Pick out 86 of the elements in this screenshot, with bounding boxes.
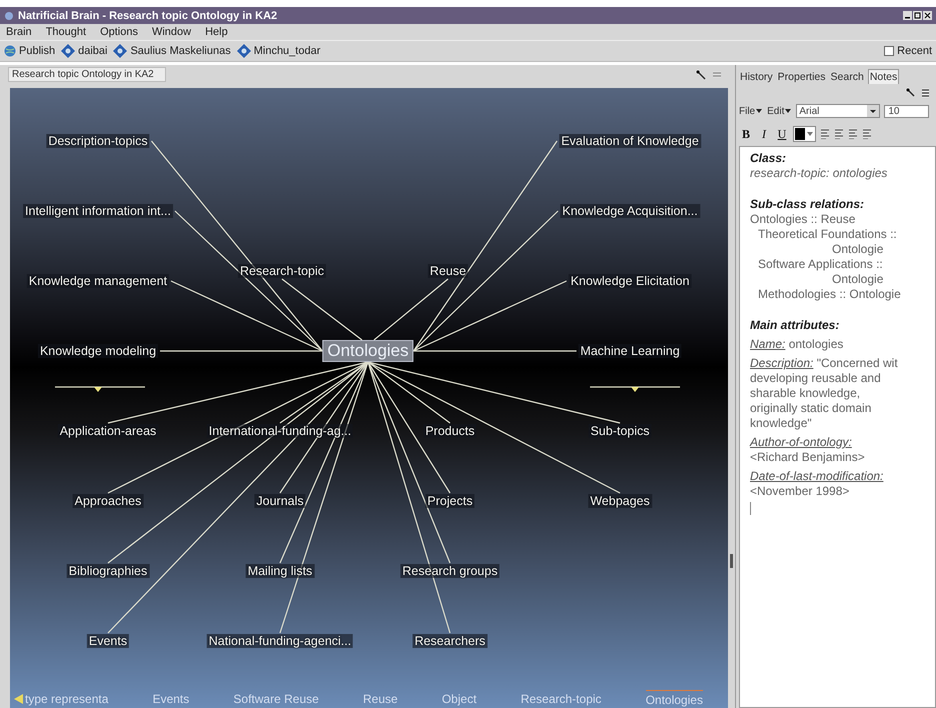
close-icon[interactable] [923,11,932,20]
child-thought[interactable]: Approaches [72,494,144,508]
attribute-entry: Author-of-ontology: <Richard Benjamins> [750,435,866,465]
menu-item[interactable]: Brain [6,26,32,38]
panel-tab[interactable]: History [739,70,774,84]
menu-item[interactable]: Window [152,26,192,38]
child-thought[interactable]: Research groups [400,564,500,578]
parent-thought[interactable]: Knowledge Elicitation [568,274,692,288]
maximize-icon[interactable] [913,11,922,20]
note-heading: Sub-class relations: [750,197,866,212]
note-heading: Main attributes: [750,318,840,333]
caret-icon [755,107,764,115]
child-thought[interactable]: Mailing lists [246,564,314,578]
panel-tab[interactable]: Notes [868,69,900,84]
parent-thought[interactable]: Intelligent information int... [23,204,173,218]
menu-icon[interactable] [921,88,930,96]
format-menu[interactable]: File [739,106,764,116]
thought-link[interactable]: daibai [61,44,108,58]
color-swatch-icon [795,128,805,140]
menu-item[interactable]: Help [205,26,228,38]
align-center-icon[interactable] [834,129,844,139]
child-thought[interactable]: International-funding-ag... [206,424,354,438]
resize-icon[interactable] [906,88,915,96]
attribute-entry: Name: ontologies [750,337,844,352]
note-heading: Class: [750,151,788,166]
child-thought[interactable]: Sub-topics [588,424,652,438]
splitter-grip-icon[interactable] [730,554,733,568]
window-title: Natrificial Brain - Research topic Ontology in KA2 [18,10,278,22]
child-thought[interactable]: Journals [254,494,306,508]
format-menu[interactable]: Edit [767,106,792,116]
pane-title: Research topic Ontology in KA2 [8,67,166,82]
diamond-icon [61,44,76,58]
note-text: Methodologies :: Ontologie [757,287,902,302]
minimize-icon[interactable] [903,11,912,20]
panel-tab[interactable]: Search [830,70,865,84]
child-thought[interactable]: Webpages [588,494,652,508]
font-size-field[interactable]: 10 [884,104,930,118]
list-icon[interactable] [862,129,872,139]
globe-icon [4,45,16,57]
parent-thought[interactable]: Description-topics [46,134,150,148]
note-text: Ontologies :: Reuse [750,212,856,227]
back-triangle-icon [14,694,23,704]
attribute-entry: Date-of-last-modification: <November 1998> [750,469,884,499]
italic-button[interactable]: I [757,127,771,141]
note-text: Ontologie [831,272,884,287]
child-thought[interactable]: Products [423,424,477,438]
parent-thought[interactable]: Knowledge Acquisition... [560,204,700,218]
checkbox-label: Recent [897,45,932,57]
child-thought[interactable]: Projects [425,494,475,508]
caret-icon [806,130,814,138]
parent-thought[interactable]: Evaluation of Knowledge [559,134,701,148]
checkbox[interactable] [884,46,894,56]
jump-thought[interactable]: Research-topic [238,264,326,278]
bold-button[interactable]: B [739,127,753,141]
note-text: Software Applications :: [757,257,884,272]
app-icon [4,10,14,20]
thought-link[interactable]: Saulius Maskeliunas [113,44,231,58]
caret-icon [867,105,880,117]
jump-thought[interactable]: Reuse [428,264,468,278]
underline-button[interactable]: U [775,127,789,141]
parent-thought[interactable]: Machine Learning [578,344,682,358]
menu-item[interactable]: Thought [46,26,86,38]
parent-thought[interactable]: Knowledge management [26,274,170,288]
notes-editor[interactable] [739,146,936,708]
diamond-icon [113,44,128,58]
caret-icon [784,107,792,115]
note-text: research-topic: ontologies [750,166,888,181]
note-text: Ontologie [831,242,884,257]
child-thought[interactable]: National-funding-agenci... [206,634,354,648]
thought-link[interactable]: Minchu_todar [236,44,320,58]
note-text: Theoretical Foundations :: [757,227,898,242]
child-thought[interactable]: Bibliographies [66,564,150,578]
resize-icon[interactable] [696,70,706,80]
diamond-icon [236,44,251,58]
menu-item[interactable]: Options [100,26,138,38]
child-thought[interactable]: Application-areas [58,424,158,438]
attribute-entry: Description: "Concerned wit developing reusable and sharable knowledge, originally static domain knowledge" [750,356,899,431]
publish-button[interactable]: Publish [4,45,56,57]
parent-thought[interactable]: Knowledge modeling [38,344,158,358]
panel-tab[interactable]: Properties [776,70,827,84]
child-thought[interactable]: Events [86,634,130,648]
align-right-icon[interactable] [848,129,858,139]
align-left-icon[interactable] [820,129,830,139]
font-dropdown[interactable]: Arial [796,104,880,118]
child-thought[interactable]: Researchers [412,634,488,648]
text-color-button[interactable] [793,126,816,142]
